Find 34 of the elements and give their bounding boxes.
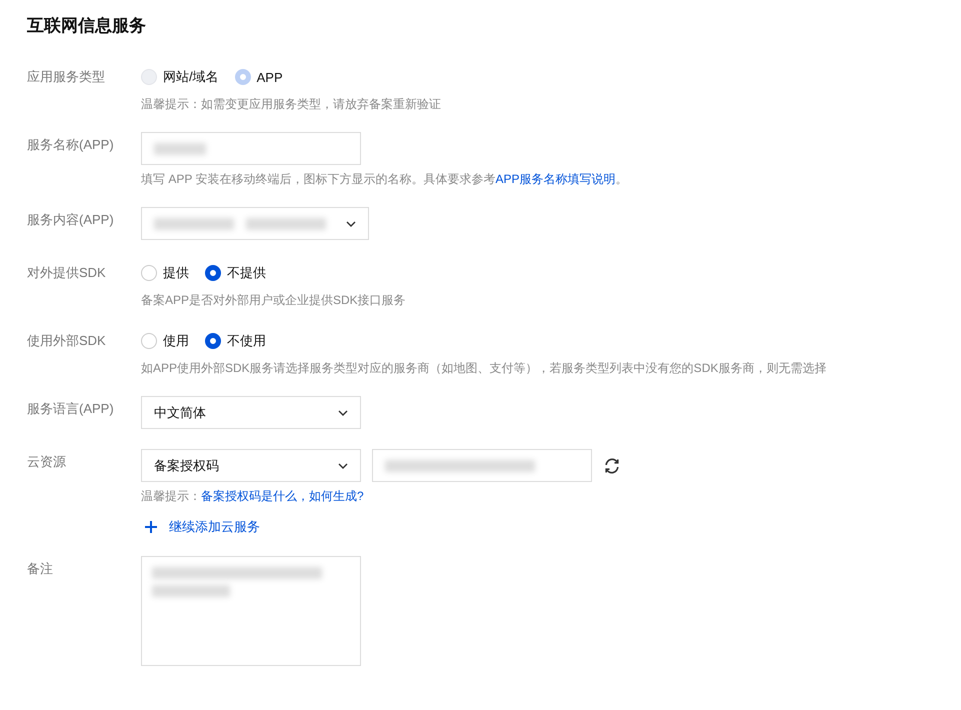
caret-icon: [338, 410, 348, 416]
field-label: 服务语言(APP): [27, 400, 115, 418]
radio-button[interactable]: [205, 333, 221, 349]
caret-icon: [338, 462, 348, 468]
field-label: 服务名称(APP): [27, 136, 115, 154]
radio-label[interactable]: 不使用: [227, 332, 266, 350]
radio-label[interactable]: 使用: [163, 332, 189, 350]
field-label: 云资源: [27, 453, 67, 471]
field-label: 对外提供SDK: [27, 264, 107, 282]
plus-icon: [145, 521, 157, 533]
field-label: 备注: [27, 560, 54, 578]
refresh-icon[interactable]: [603, 456, 621, 474]
help-link[interactable]: APP服务名称填写说明: [495, 172, 616, 186]
remark-textarea[interactable]: [141, 556, 361, 666]
field-label: 应用服务类型: [27, 68, 106, 86]
input-field[interactable]: [141, 132, 361, 165]
radio-label[interactable]: 不提供: [227, 264, 266, 282]
select-field[interactable]: 备案授权码: [141, 449, 361, 482]
hint-text: 备案APP是否对外部用户或企业提供SDK接口服务: [141, 292, 406, 308]
hint-text: 填写 APP 安装在移动终端后，图标下方显示的名称。具体要求参考APP服务名称填写说明。: [141, 171, 628, 187]
radio-button[interactable]: [205, 265, 221, 281]
select-field[interactable]: 中文简体: [141, 396, 361, 429]
hint-text: 如APP使用外部SDK服务请选择服务类型对应的服务商（如地图、支付等），若服务类型列表中没有您的SDK服务商，则无需选择: [141, 360, 826, 376]
caret-icon: [346, 220, 356, 226]
field-label: 使用外部SDK: [27, 332, 107, 350]
section-title: 互联网信息服务: [27, 15, 147, 37]
hint-text: 温馨提示：备案授权码是什么，如何生成?: [141, 488, 364, 504]
field-label: 服务内容(APP): [27, 211, 115, 229]
add-cloud-service-button[interactable]: 继续添加云服务: [141, 518, 260, 536]
select-field[interactable]: [141, 207, 369, 240]
input-field[interactable]: [372, 449, 592, 482]
radio-label[interactable]: 提供: [163, 264, 189, 282]
hint-text: 温馨提示：如需变更应用服务类型，请放弃备案重新验证: [141, 96, 441, 112]
help-link[interactable]: 备案授权码是什么，如何生成?: [201, 489, 364, 503]
